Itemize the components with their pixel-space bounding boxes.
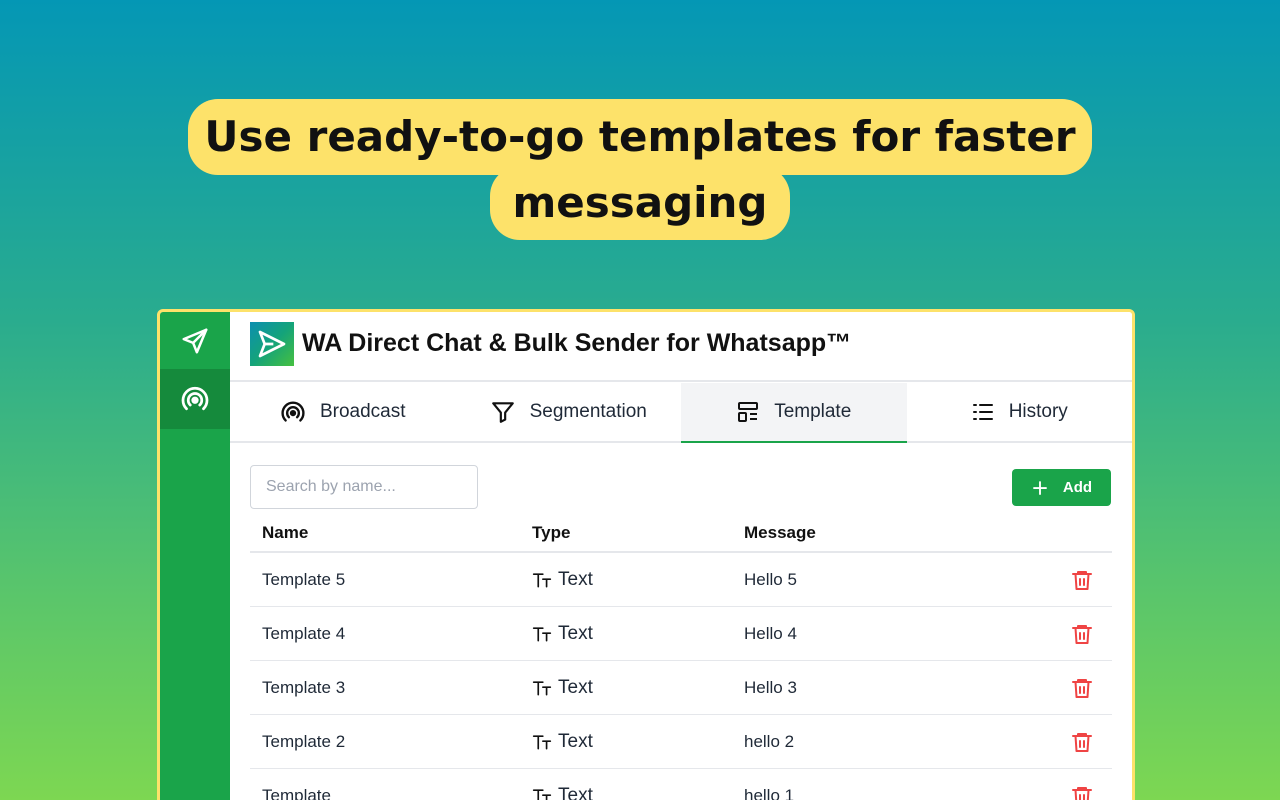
list-icon [972, 404, 993, 420]
row-type: Text [532, 715, 593, 768]
app-header: WA Direct Chat & Bulk Sender for Whatsap… [230, 312, 1132, 382]
trash-icon [1072, 624, 1092, 644]
trash-icon [1072, 732, 1092, 752]
main-panel: WA Direct Chat & Bulk Sender for Whatsap… [230, 312, 1132, 800]
broadcast-icon [281, 401, 305, 422]
tab-label: Segmentation [529, 401, 647, 422]
tab-label: History [1008, 401, 1068, 422]
delete-button[interactable] [1068, 607, 1096, 660]
row-type: Text [532, 553, 593, 606]
table-row[interactable]: Template 2 Text hello 2 [250, 715, 1112, 769]
row-name: Template 5 [262, 569, 346, 589]
row-name: Template [262, 785, 331, 800]
app-title: WA Direct Chat & Bulk Sender for Whatsap… [302, 329, 852, 357]
delete-button[interactable] [1068, 769, 1096, 800]
column-header-type: Type [532, 522, 571, 542]
template-table: Name Type Message Template 5 Text Hello … [250, 512, 1112, 800]
column-header-message: Message [744, 522, 816, 542]
table-row[interactable]: Template 5 Text Hello 5 [250, 553, 1112, 607]
app-window: WA Direct Chat & Bulk Sender for Whatsap… [157, 309, 1135, 800]
broadcast-icon [181, 386, 209, 411]
send-arrow-icon [258, 330, 286, 358]
tab-template[interactable]: Template [681, 383, 907, 443]
trash-icon [1072, 570, 1092, 590]
row-message: Hello 4 [744, 623, 797, 643]
row-type: Text [532, 661, 593, 714]
text-type-icon [532, 626, 552, 641]
tab-broadcast[interactable]: Broadcast [230, 383, 456, 441]
row-message: hello 1 [744, 785, 795, 800]
row-message: Hello 3 [744, 677, 797, 697]
trash-icon [1072, 786, 1092, 800]
table-row[interactable]: Template 3 Text Hello 3 [250, 661, 1112, 715]
rail-item-send[interactable] [160, 312, 230, 370]
table-row[interactable]: Template 4 Text Hello 4 [250, 607, 1112, 661]
tab-history[interactable]: History [907, 383, 1133, 441]
tab-bar: Broadcast Segmentation Template History [230, 383, 1132, 443]
search-input[interactable] [250, 465, 478, 509]
table-row[interactable]: Template Text hello 1 [250, 769, 1112, 800]
row-type: Text [532, 769, 593, 800]
delete-button[interactable] [1068, 553, 1096, 606]
trash-icon [1072, 678, 1092, 698]
template-icon [738, 402, 759, 422]
rail-item-broadcast[interactable] [160, 369, 230, 429]
text-type-icon [532, 788, 552, 800]
tab-label: Broadcast [319, 401, 406, 422]
text-type-icon [532, 680, 552, 695]
send-icon [182, 328, 208, 354]
delete-button[interactable] [1068, 715, 1096, 768]
table-header: Name Type Message [250, 512, 1112, 553]
add-button-label: Add [1062, 479, 1093, 496]
side-rail [160, 312, 230, 800]
template-toolbar: Add [230, 443, 1132, 523]
row-type: Text [532, 607, 593, 660]
delete-button[interactable] [1068, 661, 1096, 714]
row-message: Hello 5 [744, 569, 797, 589]
text-type-icon [532, 572, 552, 587]
tab-segmentation[interactable]: Segmentation [456, 383, 682, 441]
headline-line-1: Use ready-to-go templates for faster [0, 99, 1280, 175]
tab-label: Template [774, 401, 852, 422]
plus-icon [1032, 480, 1047, 495]
app-logo [250, 322, 294, 366]
row-name: Template 4 [262, 623, 346, 643]
row-name: Template 3 [262, 677, 346, 697]
row-message: hello 2 [744, 731, 795, 751]
column-header-name: Name [262, 522, 309, 542]
headline-line-2: messaging [0, 166, 1280, 240]
filter-icon [491, 402, 514, 423]
row-name: Template 2 [262, 731, 346, 751]
add-template-button[interactable]: Add [1012, 469, 1111, 506]
text-type-icon [532, 734, 552, 749]
